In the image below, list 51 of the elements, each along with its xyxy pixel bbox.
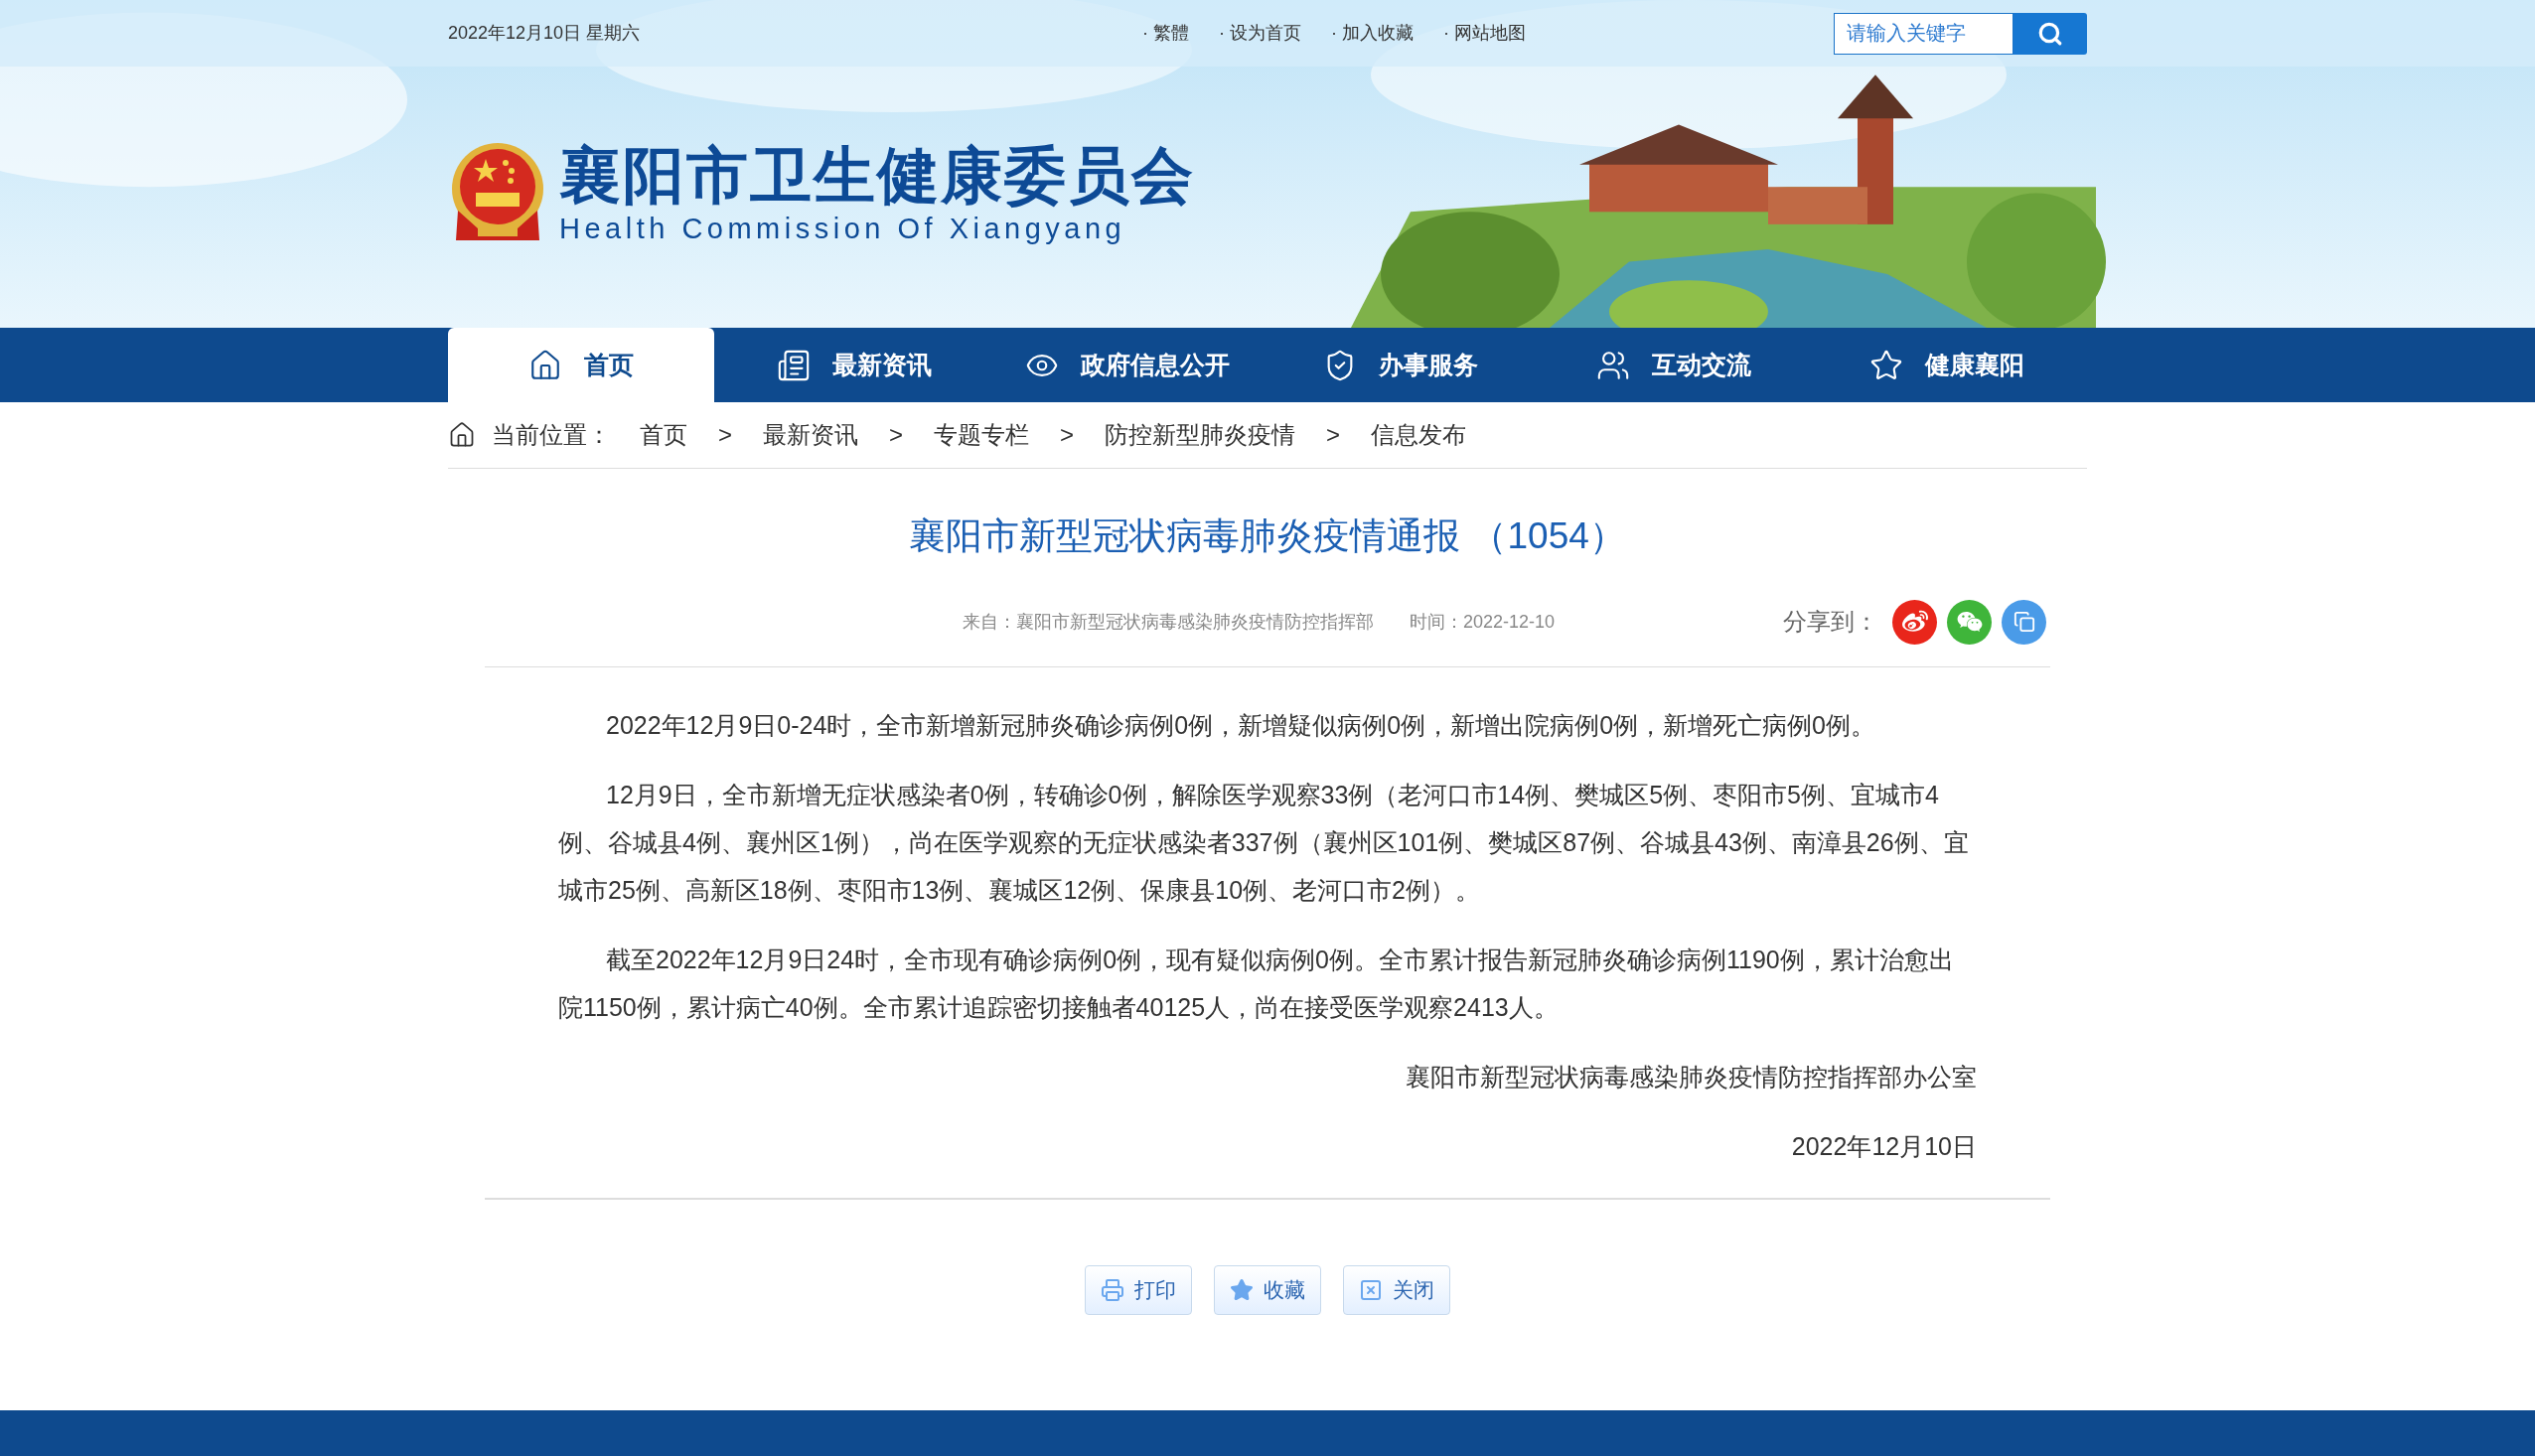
nav-tab[interactable]: 办事服务 xyxy=(1268,328,1534,402)
wechat-icon xyxy=(1956,609,1983,635)
action-button[interactable]: 收藏 xyxy=(1214,1264,1321,1315)
wechat-share-button[interactable] xyxy=(1947,599,1992,645)
breadcrumb-separator: > xyxy=(889,420,904,450)
breadcrumb-label: 当前位置： xyxy=(492,420,611,450)
article-paragraph: 12月9日，全市新增无症状感染者0例，转确诊0例，解除医学观察33例（老河口市14例、樊城区5例、枣阳市5例、宜城市4例、谷城县4例、襄州区1例），尚在医学观察的无症状感染者337例（襄州区101例、樊城区87例、谷城县43例、南漳县26例、宜城市25例、高新区18例、枣阳市13例、襄城区12例、保康县10例、老河口市2例）。 xyxy=(558,779,1970,906)
breadcrumb-link[interactable]: 最新资讯 xyxy=(763,417,858,453)
article-paragraph: 截至2022年12月9日24时，全市现有确诊病例0例，现有疑似病例0例。全市累计报告新冠肺炎确诊病例1190例，累计治愈出院1150例，累计病亡40例。全市累计追踪密切接触者40125人，尚在接受医学观察2413人。 xyxy=(558,944,1955,1023)
weibo-share-button[interactable] xyxy=(1892,599,1937,645)
search-field[interactable]: 请输入关键字 xyxy=(1834,12,2013,55)
star-icon xyxy=(1230,1277,1254,1302)
nav-tab[interactable]: 互动交流 xyxy=(1541,328,1807,402)
date-text: 2022年12月10日 星期六 xyxy=(448,22,641,45)
share-label: 分享到： xyxy=(1783,607,1878,637)
action-button[interactable]: 关闭 xyxy=(1343,1264,1450,1315)
breadcrumb-separator: > xyxy=(1326,420,1341,450)
breadcrumb-link[interactable]: 信息发布 xyxy=(1371,417,1467,453)
nav-tab[interactable]: 政府信息公开 xyxy=(994,328,1261,402)
breadcrumb-link[interactable]: 防控新型肺炎疫情 xyxy=(1105,417,1296,453)
close-icon xyxy=(1359,1277,1383,1302)
top-link[interactable]: · 繁體 xyxy=(1142,20,1189,47)
breadcrumb-link[interactable]: 专题专栏 xyxy=(934,417,1030,453)
house-icon xyxy=(528,348,562,382)
signature-date: 2022年12月10日 xyxy=(1790,1130,1977,1162)
breadcrumb-link[interactable]: 首页 xyxy=(640,417,687,453)
newspaper-icon xyxy=(777,348,811,382)
top-link[interactable]: · 设为首页 xyxy=(1219,20,1301,47)
source-text: 来自：襄阳市新型冠状病毒感染肺炎疫情防控指挥部 xyxy=(962,610,1374,634)
article-title: 襄阳市新型冠状病毒肺炎疫情通报 （1054） xyxy=(908,514,1627,558)
breadcrumb-separator: > xyxy=(718,420,732,450)
site-title: 襄阳市卫生健康委员会 xyxy=(559,144,1195,207)
top-link[interactable]: · 网站地图 xyxy=(1443,20,1526,47)
home-icon xyxy=(448,421,476,449)
star-icon xyxy=(1869,348,1903,382)
weibo-icon xyxy=(1901,609,1928,635)
nav-tab[interactable]: 最新资讯 xyxy=(721,328,987,402)
article-paragraph: 2022年12月9日0-24时，全市新增新冠肺炎确诊病例0例，新增疑似病例0例，新增出院病例0例，新增死亡病例0例。 xyxy=(605,709,1876,741)
nav-tab[interactable]: 健康襄阳 xyxy=(1814,328,2080,402)
time-text: 时间：2022-12-10 xyxy=(1409,610,1555,634)
breadcrumb-separator: > xyxy=(1060,420,1075,450)
search-icon xyxy=(2037,20,2063,47)
action-button[interactable]: 打印 xyxy=(1085,1264,1192,1315)
signature-text: 襄阳市新型冠状病毒感染肺炎疫情防控指挥部办公室 xyxy=(1405,1061,1977,1092)
search-button[interactable] xyxy=(2013,12,2087,55)
top-link[interactable]: · 加入收藏 xyxy=(1331,20,1414,47)
nav-tab[interactable]: 首页 xyxy=(448,328,714,402)
printer-icon xyxy=(1101,1277,1124,1302)
site-subtitle: Health Commission Of Xiangyang xyxy=(559,214,1127,243)
copy-icon xyxy=(2013,611,2035,633)
copy-share-button[interactable] xyxy=(2002,599,2046,645)
